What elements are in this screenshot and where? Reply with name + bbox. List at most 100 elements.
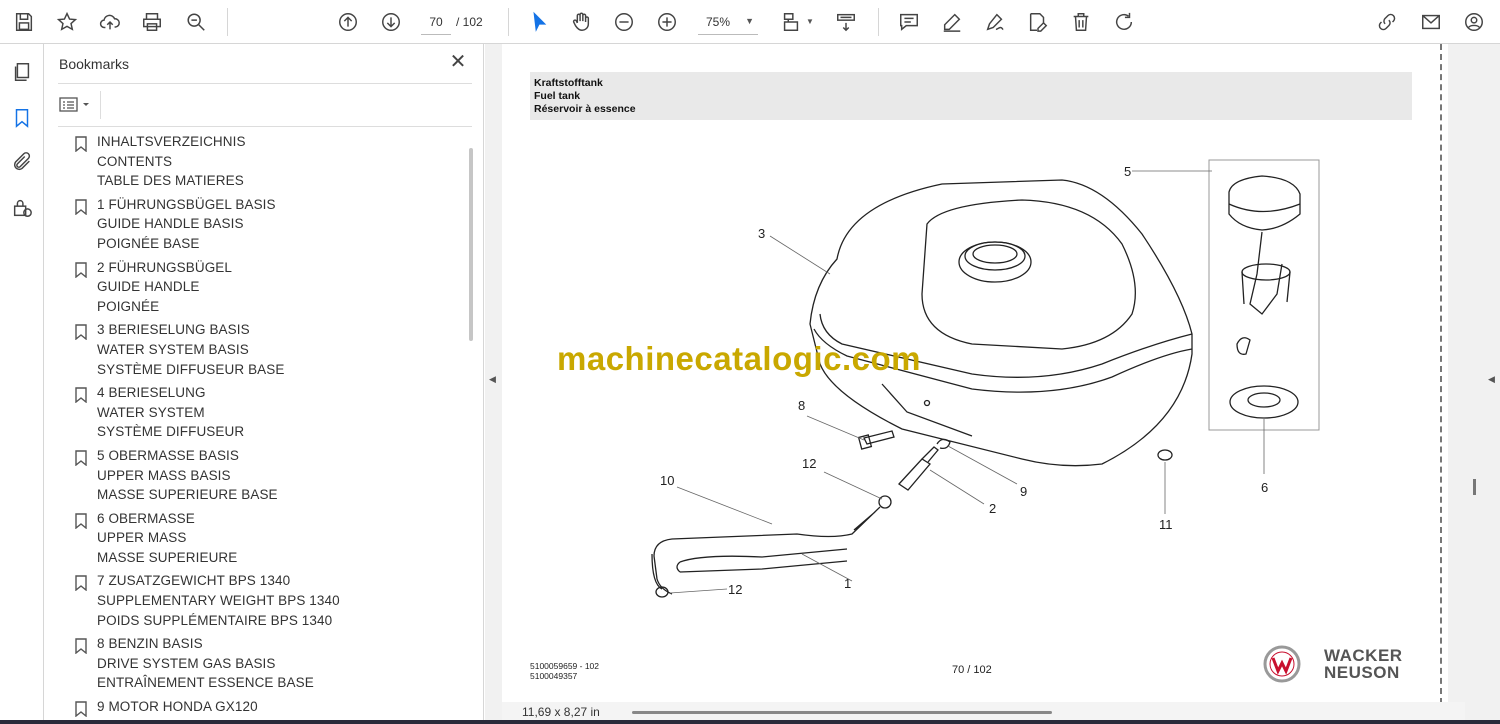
bookmark-label: CONTENTS bbox=[97, 153, 173, 169]
cloud-upload-icon[interactable] bbox=[96, 8, 124, 36]
delete-icon[interactable] bbox=[1067, 8, 1095, 36]
comment-icon[interactable] bbox=[895, 8, 923, 36]
bookmark-label: POIGNÉE BASE bbox=[97, 235, 200, 251]
footer-doc-code: 5100049357 bbox=[530, 671, 578, 681]
attachment-icon[interactable] bbox=[8, 148, 36, 176]
bookmarks-scrollbar[interactable] bbox=[469, 148, 473, 341]
bookmark-icon bbox=[75, 512, 87, 530]
callout-label: 10 bbox=[660, 473, 675, 488]
page-fit-icon[interactable] bbox=[777, 8, 805, 36]
zoom-in-icon[interactable] bbox=[653, 8, 681, 36]
callout-label: 12 bbox=[728, 582, 743, 597]
bookmark-label: WATER SYSTEM bbox=[97, 404, 205, 420]
top-toolbar: / 102 75% ▼ ▼ bbox=[0, 0, 1500, 44]
page-up-icon[interactable] bbox=[334, 8, 362, 36]
callout-label: 1 bbox=[844, 576, 852, 591]
bookmark-item[interactable]: INHALTSVERZEICHNIS CONTENTS TABLE DES MA… bbox=[58, 132, 468, 191]
bookmark-label: 1 FÜHRUNGSBÜGEL BASIS bbox=[97, 196, 276, 212]
bookmark-item[interactable]: 5 OBERMASSE BASIS UPPER MASS BASIS MASSE… bbox=[58, 446, 468, 505]
bookmark-options-button[interactable] bbox=[58, 93, 94, 117]
bookmark-item[interactable]: 7 ZUSATZGEWICHT BPS 1340 SUPPLEMENTARY W… bbox=[58, 571, 468, 630]
bookmark-item[interactable]: 3 BERIESELUNG BASIS WATER SYSTEM BASIS S… bbox=[58, 320, 468, 379]
brand-name-line2: NEUSON bbox=[1324, 663, 1400, 682]
bookmark-label: MASSE SUPERIEURE bbox=[97, 549, 238, 565]
security-icon[interactable] bbox=[8, 194, 36, 222]
bookmark-label: GUIDE HANDLE BASIS bbox=[97, 216, 244, 232]
bookmark-label: 3 BERIESELUNG BASIS bbox=[97, 322, 250, 338]
callout-label: 2 bbox=[989, 501, 997, 516]
sign-icon[interactable] bbox=[981, 8, 1009, 36]
pen-icon[interactable] bbox=[938, 8, 966, 36]
document-scrollbar[interactable] bbox=[1473, 479, 1476, 495]
page-down-icon[interactable] bbox=[377, 8, 405, 36]
chevron-down-icon[interactable]: ▼ bbox=[806, 17, 814, 26]
select-cursor-icon[interactable] bbox=[525, 8, 553, 36]
star-icon[interactable] bbox=[53, 8, 81, 36]
horizontal-scrollbar[interactable] bbox=[632, 711, 1052, 714]
expand-panel-icon[interactable]: ◀ bbox=[1488, 374, 1495, 385]
bookmark-list: INHALTSVERZEICHNIS CONTENTS TABLE DES MA… bbox=[58, 132, 468, 724]
bookmark-label: TABLE DES MATIERES bbox=[97, 173, 244, 189]
zoom-out-icon[interactable] bbox=[610, 8, 638, 36]
zoom-value: 75% bbox=[706, 15, 731, 29]
divider bbox=[58, 126, 472, 127]
list-options-icon bbox=[59, 97, 89, 112]
pages-icon[interactable] bbox=[8, 58, 36, 86]
document-viewport: ◀ ◀ Kraftstofftank Fuel tank Réservoir à… bbox=[485, 44, 1500, 724]
divider bbox=[100, 91, 101, 119]
hand-icon[interactable] bbox=[567, 8, 595, 36]
bookmark-item[interactable]: 1 FÜHRUNGSBÜGEL BASIS GUIDE HANDLE BASIS… bbox=[58, 195, 468, 254]
footer-page-number: 70 / 102 bbox=[952, 664, 992, 676]
bookmark-label: POIDS SUPPLÉMENTAIRE BPS 1340 bbox=[97, 612, 333, 628]
bookmark-label: GUIDE HANDLE bbox=[97, 279, 200, 295]
bookmark-label: UPPER MASS bbox=[97, 530, 187, 546]
share-link-icon[interactable] bbox=[1373, 8, 1401, 36]
edit-text-icon[interactable] bbox=[1024, 8, 1052, 36]
bookmark-item[interactable]: 9 MOTOR HONDA GX120 bbox=[58, 697, 468, 718]
print-icon[interactable] bbox=[138, 8, 166, 36]
left-nav-rail bbox=[0, 44, 44, 724]
bookmark-label: ENTRAÎNEMENT ESSENCE BASE bbox=[97, 675, 314, 691]
bookmark-item[interactable]: 2 FÜHRUNGSBÜGEL GUIDE HANDLE POIGNÉE bbox=[58, 258, 468, 317]
bookmark-label: UPPER MASS BASIS bbox=[97, 467, 231, 483]
bookmark-icon bbox=[75, 575, 87, 592]
bookmark-label: SUPPLEMENTARY WEIGHT BPS 1340 bbox=[97, 593, 340, 609]
callout-label: 8 bbox=[798, 398, 806, 413]
bookmark-item[interactable]: 6 OBERMASSE UPPER MASS MASSE SUPERIEURE bbox=[58, 509, 468, 568]
bookmark-label: 6 OBERMASSE bbox=[97, 510, 195, 526]
watermark-text: machinecatalogic.com bbox=[557, 340, 921, 377]
bookmark-label: 2 FÜHRUNGSBÜGEL bbox=[97, 259, 233, 275]
pdf-page: Kraftstofftank Fuel tank Réservoir à ess… bbox=[502, 44, 1448, 704]
rotate-icon[interactable] bbox=[1110, 8, 1138, 36]
page-total-label: / 102 bbox=[456, 15, 483, 29]
page-size-label: 11,69 x 8,27 in bbox=[522, 705, 600, 719]
zoom-search-icon[interactable] bbox=[182, 8, 210, 36]
bookmark-item[interactable]: 4 BERIESELUNG WATER SYSTEM SYSTÈME DIFFU… bbox=[58, 383, 468, 442]
bookmark-label: INHALTSVERZEICHNIS bbox=[97, 134, 246, 149]
bookmark-label: POIGNÉE bbox=[97, 298, 160, 314]
callout-label: 12 bbox=[802, 456, 817, 471]
divider bbox=[58, 83, 472, 84]
page-number-input[interactable] bbox=[421, 9, 451, 35]
zoom-dropdown[interactable]: 75% ▼ bbox=[698, 9, 758, 35]
scroll-mode-icon[interactable] bbox=[832, 8, 860, 36]
panel-title: Bookmarks bbox=[59, 56, 130, 72]
footer-doc-code: 5100059659 - 102 bbox=[530, 661, 600, 671]
bookmark-label: 9 MOTOR HONDA GX120 bbox=[97, 699, 258, 715]
bookmarks-panel: Bookmarks ✕ INHALTSVERZEICHNIS CONTENTS … bbox=[44, 44, 484, 724]
close-icon[interactable]: ✕ bbox=[447, 52, 469, 74]
bookmark-label: MASSE SUPERIEURE BASE bbox=[97, 487, 278, 503]
save-icon[interactable] bbox=[10, 8, 38, 36]
toolbar-divider bbox=[508, 8, 509, 36]
callout-label: 6 bbox=[1261, 480, 1269, 495]
callout-label: 5 bbox=[1124, 164, 1132, 179]
bookmark-icon[interactable] bbox=[8, 104, 36, 132]
collapse-panel-icon[interactable]: ◀ bbox=[489, 374, 496, 385]
bookmark-icon bbox=[75, 261, 87, 279]
bookmark-label: SYSTÈME DIFFUSEUR BASE bbox=[97, 361, 285, 377]
bookmark-icon bbox=[75, 387, 87, 404]
account-icon[interactable] bbox=[1460, 8, 1488, 36]
mail-icon[interactable] bbox=[1417, 8, 1445, 36]
bookmark-icon bbox=[75, 450, 87, 467]
bookmark-item[interactable]: 8 BENZIN BASIS DRIVE SYSTEM GAS BASIS EN… bbox=[58, 634, 468, 693]
